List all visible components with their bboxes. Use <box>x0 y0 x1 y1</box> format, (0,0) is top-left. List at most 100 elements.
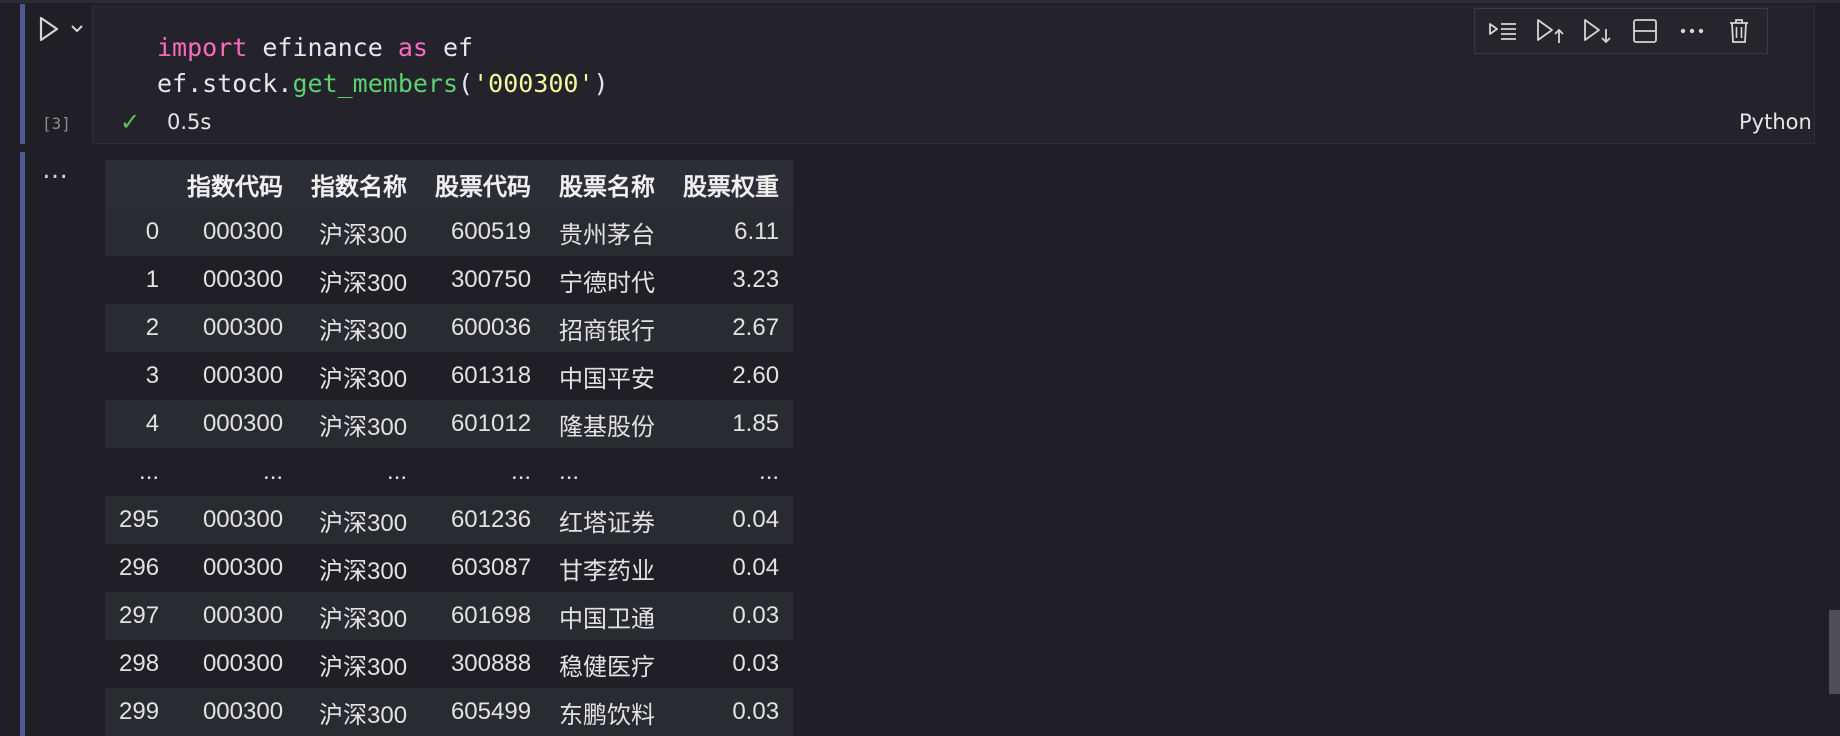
code-line: import efinance as ef <box>157 33 473 62</box>
ellipsis-icon <box>1680 28 1704 34</box>
table-cell: ... <box>173 448 298 496</box>
column-header: 股票代码 <box>421 160 546 208</box>
execute-below-button[interactable] <box>1577 11 1617 51</box>
top-border <box>0 0 1840 3</box>
chevron-down-icon <box>71 25 83 33</box>
run-by-line-icon <box>1488 23 1516 40</box>
split-cell-button[interactable] <box>1625 11 1665 51</box>
string-token: '000300' <box>473 69 594 98</box>
table-cell: 601318 <box>421 352 546 400</box>
row-index: 296 <box>105 544 174 592</box>
table-row: 0 000300 沪深300 600519 贵州茅台 6.11 <box>105 208 794 256</box>
table-cell: 中国平安 <box>545 352 670 400</box>
run-cell-button[interactable] <box>34 12 64 46</box>
execute-below-icon <box>1584 19 1611 44</box>
table-cell: 000300 <box>173 400 298 448</box>
table-row: .................. <box>105 448 794 496</box>
output-focus-bar <box>20 152 25 736</box>
table-cell: 贵州茅台 <box>545 208 670 256</box>
code-token: ( <box>458 69 474 98</box>
table-cell: 沪深300 <box>297 688 422 736</box>
delete-cell-button[interactable] <box>1719 11 1759 51</box>
table-cell: 甘李药业 <box>545 544 670 592</box>
table-cell: 601012 <box>421 400 546 448</box>
table-cell: 沪深300 <box>297 496 422 544</box>
table-cell: 000300 <box>173 592 298 640</box>
table-row: 299 000300 沪深300 605499 东鹏饮料 0.03 <box>105 688 794 736</box>
execute-above-button[interactable] <box>1530 11 1570 51</box>
table-cell: 沪深300 <box>297 544 422 592</box>
row-index: 299 <box>105 688 174 736</box>
dataframe-table: 指数代码 指数名称 股票代码 股票名称 股票权重 0 000300 沪深300 600519 贵… <box>105 160 794 736</box>
cell-focus-bar <box>20 4 25 144</box>
table-cell: 000300 <box>173 688 298 736</box>
table-row: 1 000300 沪深300 300750 宁德时代 3.23 <box>105 256 794 304</box>
play-icon <box>39 16 59 42</box>
row-index: 0 <box>105 208 174 256</box>
kernel-language[interactable]: Python <box>1739 110 1812 134</box>
table-cell: 2.67 <box>669 304 794 352</box>
row-index: 3 <box>105 352 174 400</box>
row-index: 1 <box>105 256 174 304</box>
table-cell: 000300 <box>173 640 298 688</box>
table-cell: 0.03 <box>669 688 794 736</box>
row-index: ... <box>105 448 174 496</box>
table-row: 296 000300 沪深300 603087 甘李药业 0.04 <box>105 544 794 592</box>
table-cell: 300750 <box>421 256 546 304</box>
table-cell: 沪深300 <box>297 256 422 304</box>
keyword-token: import <box>157 33 248 62</box>
table-cell: 1.85 <box>669 400 794 448</box>
column-header: 股票名称 <box>545 160 670 208</box>
table-cell: 600519 <box>421 208 546 256</box>
table-cell: ... <box>545 448 670 496</box>
split-cell-icon <box>1632 19 1657 43</box>
row-index: 2 <box>105 304 174 352</box>
table-header-row: 指数代码 指数名称 股票代码 股票名称 股票权重 <box>105 160 794 208</box>
table-cell: ... <box>669 448 794 496</box>
table-row: 295 000300 沪深300 601236 红塔证券 0.04 <box>105 496 794 544</box>
table-cell: 000300 <box>173 544 298 592</box>
table-cell: 沪深300 <box>297 640 422 688</box>
code-token: ) <box>593 69 609 98</box>
row-index: 298 <box>105 640 174 688</box>
cell-toolbar <box>1474 8 1768 54</box>
function-token: get_members <box>292 69 459 98</box>
scrollbar-thumb[interactable] <box>1829 610 1840 694</box>
table-cell: 300888 <box>421 640 546 688</box>
table-cell: 红塔证券 <box>545 496 670 544</box>
table-cell: 600036 <box>421 304 546 352</box>
table-cell: 沪深300 <box>297 208 422 256</box>
column-header: 指数代码 <box>173 160 298 208</box>
table-row: 297 000300 沪深300 601698 中国卫通 0.03 <box>105 592 794 640</box>
table-cell: 0.04 <box>669 496 794 544</box>
table-cell: ... <box>421 448 546 496</box>
run-options-dropdown[interactable] <box>68 18 86 40</box>
table-cell: 隆基股份 <box>545 400 670 448</box>
success-check-icon: ✓ <box>120 108 141 136</box>
code-token: efinance <box>247 33 398 62</box>
table-cell: 沪深300 <box>297 400 422 448</box>
table-row: 4 000300 沪深300 601012 隆基股份 1.85 <box>105 400 794 448</box>
table-cell: 中国卫通 <box>545 592 670 640</box>
table-row: 3 000300 沪深300 601318 中国平安 2.60 <box>105 352 794 400</box>
table-cell: 东鹏饮料 <box>545 688 670 736</box>
execute-above-icon <box>1537 19 1564 43</box>
code-line: ef.stock.get_members('000300') <box>157 69 609 98</box>
table-body: 0 000300 沪深300 600519 贵州茅台 6.11 1 000300 沪深300 30… <box>105 208 794 736</box>
more-actions-button[interactable] <box>1672 11 1712 51</box>
table-row: 298 000300 沪深300 300888 稳健医疗 0.03 <box>105 640 794 688</box>
column-header: 股票权重 <box>669 160 794 208</box>
execution-duration: 0.5s <box>167 110 212 134</box>
table-cell: 2.60 <box>669 352 794 400</box>
code-token: ef <box>427 33 474 62</box>
output-more-actions[interactable]: … <box>42 157 69 183</box>
table-cell: 沪深300 <box>297 592 422 640</box>
table-cell: 3.23 <box>669 256 794 304</box>
table-cell: 000300 <box>173 304 298 352</box>
table-cell: 601698 <box>421 592 546 640</box>
run-by-line-button[interactable] <box>1483 11 1523 51</box>
table-cell: 招商银行 <box>545 304 670 352</box>
table-cell: 000300 <box>173 496 298 544</box>
table-cell: 000300 <box>173 352 298 400</box>
table-cell: 0.03 <box>669 640 794 688</box>
